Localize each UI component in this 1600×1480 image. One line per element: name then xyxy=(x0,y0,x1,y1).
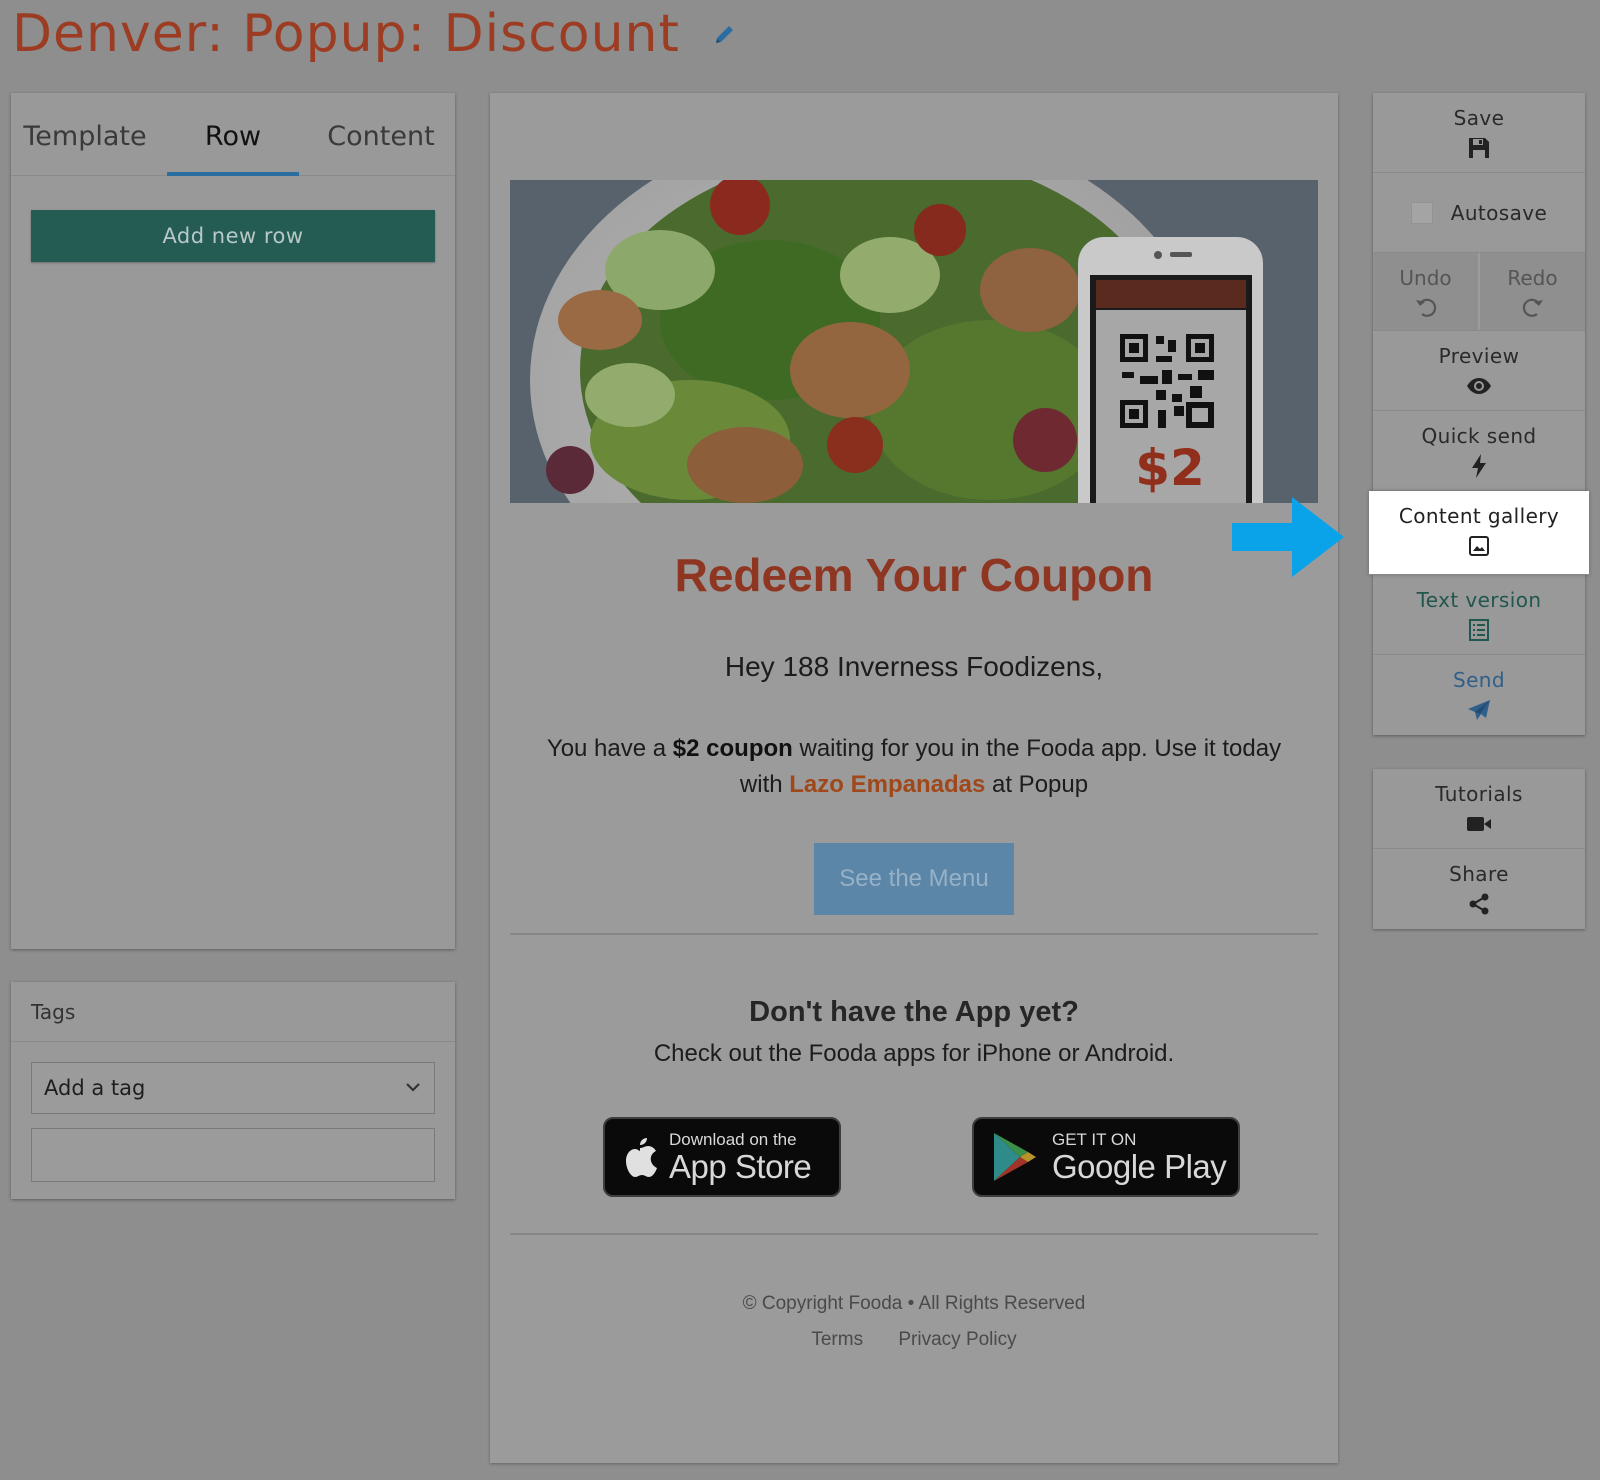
divider xyxy=(510,1233,1318,1235)
quick-send-button[interactable]: Quick send xyxy=(1373,411,1585,491)
googleplay-big-text: Google Play xyxy=(1052,1147,1227,1185)
redo-label: Redo xyxy=(1507,266,1558,290)
pencil-icon[interactable] xyxy=(710,19,740,49)
email-canvas: $2 Redeem Your Coupon Hey 188 Inverness … xyxy=(490,93,1338,1463)
tag-select[interactable]: Add a tag xyxy=(31,1062,435,1114)
googleplay-small-text: GET IT ON xyxy=(1052,1129,1137,1149)
redo-icon xyxy=(1480,296,1585,318)
divider xyxy=(510,933,1318,935)
hero-coupon-amount: $2 xyxy=(1135,439,1205,497)
lightning-icon xyxy=(1373,454,1585,478)
panel-tabs: Template Row Content xyxy=(11,93,455,176)
copyright-text[interactable]: © Copyright Fooda • All Rights Reserved xyxy=(490,1293,1338,1315)
page-title: Denver: Popup: Discount xyxy=(12,4,740,64)
body-suffix: at Popup xyxy=(985,771,1089,798)
image-icon xyxy=(1369,534,1589,558)
body-bold: $2 coupon xyxy=(672,735,793,762)
tag-input[interactable] xyxy=(31,1128,435,1182)
undo-button[interactable]: Undo xyxy=(1373,253,1480,330)
eye-icon xyxy=(1373,374,1585,398)
body-prefix: You have a xyxy=(546,735,673,762)
vendor-link[interactable]: Lazo Empanadas xyxy=(789,771,985,798)
share-label: Share xyxy=(1449,862,1509,886)
coupon-title[interactable]: Redeem Your Coupon xyxy=(490,548,1338,602)
save-button[interactable]: Save xyxy=(1373,93,1585,173)
chevron-down-icon xyxy=(404,1077,422,1101)
content-gallery-button[interactable]: Content gallery xyxy=(1369,491,1589,575)
body-text[interactable]: You have a $2 coupon waiting for you in … xyxy=(530,731,1298,803)
text-version-label: Text version xyxy=(1416,588,1542,612)
share-button[interactable]: Share xyxy=(1373,849,1585,929)
redo-button[interactable]: Redo xyxy=(1480,253,1585,330)
see-menu-button[interactable]: See the Menu xyxy=(814,843,1014,915)
quick-send-label: Quick send xyxy=(1421,424,1537,448)
paper-plane-icon xyxy=(1373,698,1585,722)
help-toolbar: Tutorials Share xyxy=(1373,769,1585,929)
hero-image[interactable]: $2 xyxy=(510,180,1318,503)
share-icon xyxy=(1373,892,1585,916)
send-label: Send xyxy=(1453,668,1505,692)
text-version-button[interactable]: Text version xyxy=(1373,575,1585,655)
tab-row[interactable]: Row xyxy=(159,93,307,176)
footer-links: Terms Privacy Policy xyxy=(490,1329,1338,1351)
send-button[interactable]: Send xyxy=(1373,655,1585,735)
undo-label: Undo xyxy=(1399,266,1452,290)
appstore-small-text: Download on the xyxy=(669,1129,797,1149)
tags-header: Tags xyxy=(11,982,455,1042)
undo-icon xyxy=(1373,296,1478,318)
privacy-policy-link[interactable]: Privacy Policy xyxy=(898,1329,1016,1350)
autosave-checkbox[interactable] xyxy=(1410,201,1433,224)
floppy-disk-icon xyxy=(1373,136,1585,160)
appstore-big-text: App Store xyxy=(669,1147,812,1185)
add-new-row-button[interactable]: Add new row xyxy=(31,210,435,262)
arrow-pointer-icon xyxy=(1232,497,1344,582)
tutorials-label: Tutorials xyxy=(1435,782,1523,806)
preview-button[interactable]: Preview xyxy=(1373,331,1585,411)
preview-label: Preview xyxy=(1438,344,1520,368)
tutorials-button[interactable]: Tutorials xyxy=(1373,769,1585,849)
autosave-label: Autosave xyxy=(1450,200,1548,225)
apple-icon xyxy=(621,1134,659,1180)
left-panel: Template Row Content Add new row xyxy=(11,93,455,949)
no-app-heading[interactable]: Don't have the App yet? xyxy=(490,996,1338,1029)
list-document-icon xyxy=(1373,618,1585,642)
google-play-icon xyxy=(990,1131,1038,1183)
undo-redo-group: Undo Redo xyxy=(1373,253,1585,331)
video-camera-icon xyxy=(1373,812,1585,836)
tab-content[interactable]: Content xyxy=(307,93,455,175)
no-app-text[interactable]: Check out the Fooda apps for iPhone or A… xyxy=(490,1040,1338,1068)
autosave-toggle[interactable]: Autosave xyxy=(1373,173,1585,253)
tags-panel: Tags Add a tag xyxy=(11,982,455,1199)
app-store-badge[interactable]: Download on the App Store xyxy=(603,1117,841,1197)
tab-template[interactable]: Template xyxy=(11,93,159,175)
greeting-text[interactable]: Hey 188 Inverness Foodizens, xyxy=(490,651,1338,683)
google-play-badge[interactable]: GET IT ON Google Play xyxy=(972,1117,1240,1197)
page-title-text: Denver: Popup: Discount xyxy=(12,4,680,64)
tag-select-value: Add a tag xyxy=(44,1076,146,1100)
terms-link[interactable]: Terms xyxy=(811,1329,863,1350)
content-gallery-label: Content gallery xyxy=(1398,504,1560,528)
save-label: Save xyxy=(1453,106,1505,130)
right-toolbar: Save Autosave Undo Redo Preview Quick se… xyxy=(1369,93,1589,735)
